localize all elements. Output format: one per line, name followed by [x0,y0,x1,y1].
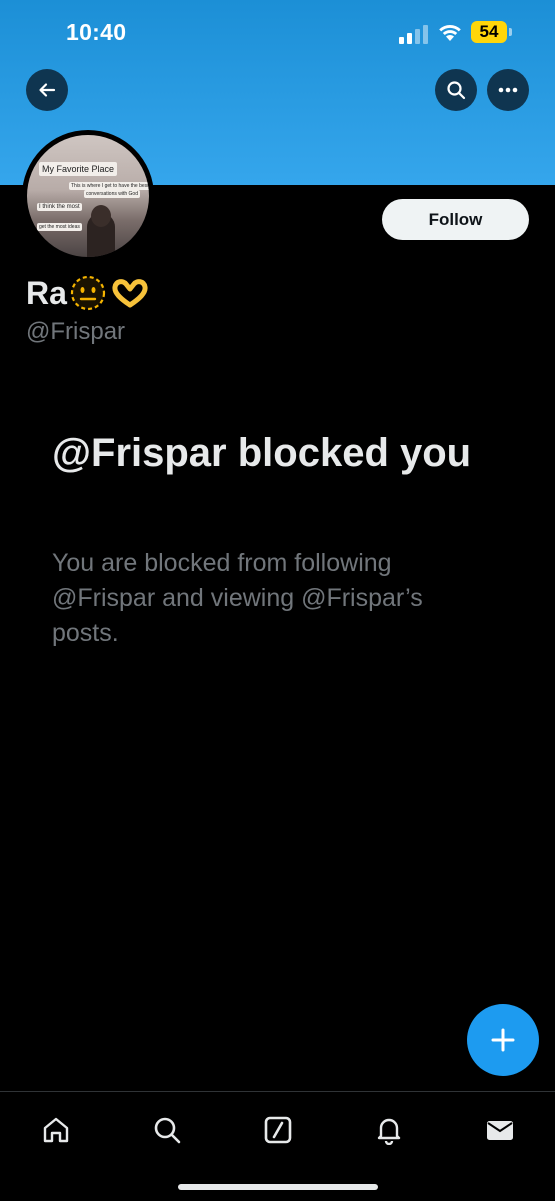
grok-icon [264,1116,292,1144]
search-button[interactable] [435,69,477,111]
cellular-signal-icon [399,25,428,44]
tab-notifications[interactable] [369,1110,409,1150]
avatar-image: My Favorite Place This is where I get to… [27,135,149,257]
battery-tip [509,28,512,36]
bell-icon [377,1118,401,1145]
avatar-caption-line: conversations with God [84,190,140,198]
profile-avatar[interactable]: My Favorite Place This is where I get to… [22,130,154,262]
avatar-caption-title: My Favorite Place [39,162,118,176]
profile-name: Ra [26,274,149,312]
blocked-title: @Frispar blocked you [52,431,472,475]
search-icon [154,1117,181,1144]
back-button[interactable] [26,69,68,111]
blocked-message: You are blocked from following @Frispar … [52,549,423,647]
tab-messages[interactable] [480,1110,520,1150]
heart-hands-emoji [112,279,148,308]
tab-home[interactable] [36,1110,76,1150]
more-horizontal-icon [498,87,518,93]
profile-name-text: Ra [26,274,67,311]
avatar-person-head [91,205,111,227]
tab-grok[interactable] [258,1110,298,1150]
avatar-caption-line: This is where I get to have the best [69,182,149,190]
tab-search[interactable] [147,1110,187,1150]
compose-post-button[interactable] [467,1004,539,1076]
battery-indicator: 54 [471,21,507,43]
mail-icon [487,1121,513,1140]
status-bar: 10:40 54 [0,0,555,64]
search-icon [447,81,466,100]
avatar-caption-line: I think the most [37,203,82,211]
home-icon [43,1117,69,1143]
more-options-button[interactable] [487,69,529,111]
profile-handle: @Frispar [26,318,126,345]
avatar-caption-line: get the most ideas [37,223,82,231]
follow-button[interactable]: Follow [382,199,529,240]
status-time: 10:40 [66,19,127,45]
neutral-face-emoji [70,275,106,311]
arrow-left-icon [39,83,56,97]
home-indicator [178,1184,378,1190]
wifi-icon [439,25,461,41]
plus-icon [491,1028,515,1052]
